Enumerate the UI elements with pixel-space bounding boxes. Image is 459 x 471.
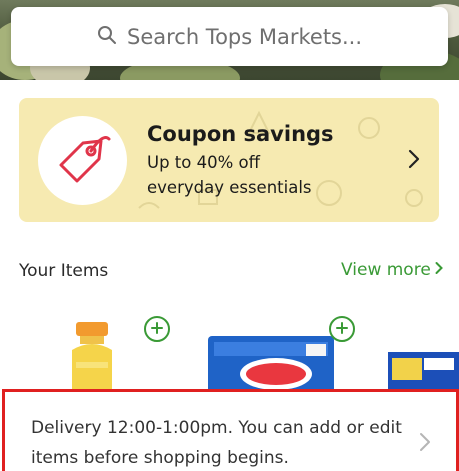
plus-icon bbox=[335, 320, 349, 339]
add-to-cart-button[interactable] bbox=[144, 316, 170, 342]
search-icon bbox=[97, 25, 117, 49]
delivery-text-line-1: Delivery 12:00-1:00pm. You can add or ed… bbox=[31, 418, 402, 438]
plus-icon bbox=[150, 320, 164, 339]
chevron-right-icon bbox=[407, 148, 421, 174]
chevron-right-icon bbox=[435, 260, 443, 280]
search-bar[interactable]: Search Tops Markets... bbox=[11, 7, 448, 66]
coupon-subtitle-1: Up to 40% off bbox=[147, 153, 260, 172]
product-juice-bottle[interactable] bbox=[62, 320, 122, 400]
your-items-heading: Your Items bbox=[19, 261, 109, 281]
delivery-text-line-2: items before shopping begins. bbox=[31, 448, 289, 468]
coupon-icon-circle bbox=[38, 116, 127, 205]
search-placeholder: Search Tops Markets... bbox=[126, 24, 363, 49]
add-to-cart-button[interactable] bbox=[329, 316, 355, 342]
view-more-link[interactable]: View more bbox=[341, 260, 443, 280]
price-tag-icon bbox=[53, 129, 113, 193]
view-more-label: View more bbox=[341, 260, 431, 280]
delivery-notice-banner[interactable]: Delivery 12:00-1:00pm. You can add or ed… bbox=[2, 389, 459, 471]
chevron-right-icon bbox=[419, 432, 431, 456]
coupon-title: Coupon savings bbox=[147, 122, 334, 146]
coupon-subtitle-2: everyday essentials bbox=[147, 178, 312, 197]
coupon-savings-card[interactable]: Coupon savings Up to 40% off everyday es… bbox=[19, 98, 439, 222]
